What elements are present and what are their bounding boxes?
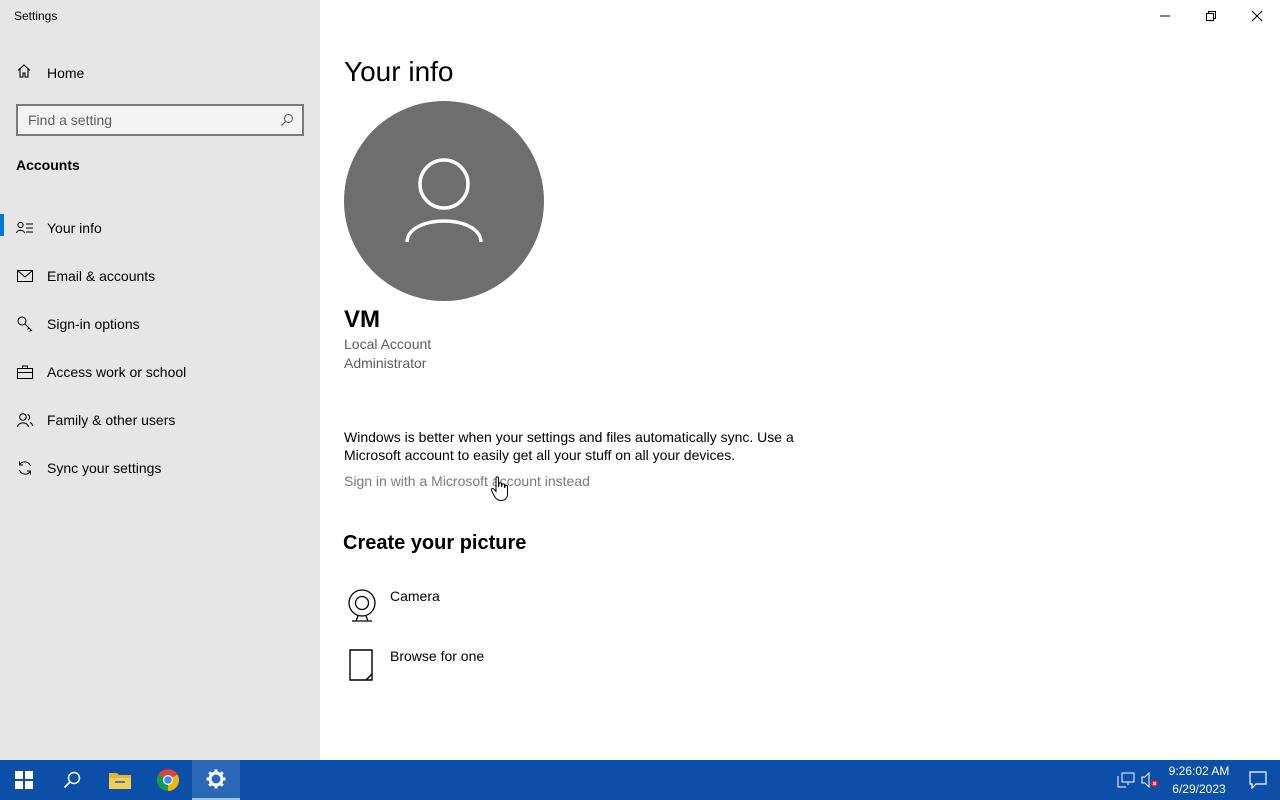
page-title: Your info <box>344 56 454 87</box>
search-input[interactable] <box>18 106 272 134</box>
home-link[interactable]: Home <box>16 62 84 84</box>
sidebar-item-family-users[interactable]: Family & other users <box>0 396 320 444</box>
home-icon <box>16 63 32 84</box>
people-icon <box>16 411 34 429</box>
search-box[interactable] <box>16 104 304 136</box>
sync-message: Windows is better when your settings and… <box>344 429 794 463</box>
sidebar-item-label: Your info <box>47 220 102 236</box>
document-icon <box>344 648 380 684</box>
create-picture-heading: Create your picture <box>343 532 527 554</box>
network-tray-button[interactable] <box>1114 760 1138 800</box>
avatar <box>344 101 544 301</box>
taskbar: 9:26:02 AM 6/29/2023 <box>0 760 1280 800</box>
network-icon <box>1117 772 1135 788</box>
user-silhouette-icon <box>405 158 483 243</box>
sidebar-item-your-info[interactable]: Your info <box>0 204 320 252</box>
section-title: Accounts <box>16 157 80 173</box>
account-type: Local Account <box>344 336 432 352</box>
sidebar-item-label: Family & other users <box>47 412 176 428</box>
main-content: Your info VM Local Account Administrator… <box>320 0 1280 760</box>
clock-date: 6/29/2023 <box>1172 782 1226 796</box>
sync-icon <box>16 459 34 477</box>
volume-muted-icon <box>1141 772 1158 788</box>
notification-icon <box>1249 771 1267 789</box>
camera-label: Camera <box>390 588 440 604</box>
chrome-button[interactable] <box>144 760 192 800</box>
sidebar-item-access-work[interactable]: Access work or school <box>0 348 320 396</box>
sidebar: Settings Home Accounts Your info Email &… <box>0 0 320 760</box>
sidebar-item-label: Sign-in options <box>47 316 140 332</box>
microsoft-signin-link[interactable]: Sign in with a Microsoft account instead <box>344 473 590 489</box>
webcam-icon <box>344 588 380 624</box>
browse-label: Browse for one <box>390 648 485 664</box>
sidebar-item-label: Sync your settings <box>47 460 162 476</box>
key-icon <box>16 315 34 333</box>
windows-logo-icon <box>15 771 33 789</box>
clock-time: 9:26:02 AM <box>1168 764 1230 778</box>
briefcase-icon <box>16 363 34 381</box>
hand-cursor-icon <box>490 476 510 507</box>
person-list-icon <box>16 219 34 237</box>
search-icon <box>63 771 81 789</box>
sidebar-item-label: Email & accounts <box>47 268 156 284</box>
browse-option[interactable]: Browse for one <box>344 648 484 684</box>
action-center-button[interactable] <box>1236 760 1280 800</box>
volume-tray-button[interactable] <box>1138 760 1162 800</box>
system-tray: 9:26:02 AM 6/29/2023 <box>1114 760 1280 800</box>
search-icon[interactable] <box>272 113 302 127</box>
sidebar-nav: Your info Email & accounts Sign-in optio… <box>0 204 320 492</box>
sidebar-item-sign-in-options[interactable]: Sign-in options <box>0 300 320 348</box>
gear-icon <box>206 769 226 789</box>
home-label: Home <box>47 65 85 81</box>
taskbar-search-button[interactable] <box>48 760 96 800</box>
file-explorer-button[interactable] <box>96 760 144 800</box>
user-name: VM <box>344 306 380 333</box>
mail-icon <box>16 267 34 285</box>
chrome-icon <box>157 769 179 791</box>
clock[interactable]: 9:26:02 AM 6/29/2023 <box>1162 762 1236 798</box>
sidebar-item-label: Access work or school <box>47 364 187 380</box>
settings-taskbar-button[interactable] <box>192 760 240 800</box>
sidebar-item-sync-settings[interactable]: Sync your settings <box>0 444 320 492</box>
folder-icon <box>109 773 131 789</box>
app-title: Settings <box>14 9 58 23</box>
start-button[interactable] <box>0 760 48 800</box>
account-role: Administrator <box>344 355 427 371</box>
sidebar-item-email-accounts[interactable]: Email & accounts <box>0 252 320 300</box>
camera-option[interactable]: Camera <box>344 588 440 624</box>
